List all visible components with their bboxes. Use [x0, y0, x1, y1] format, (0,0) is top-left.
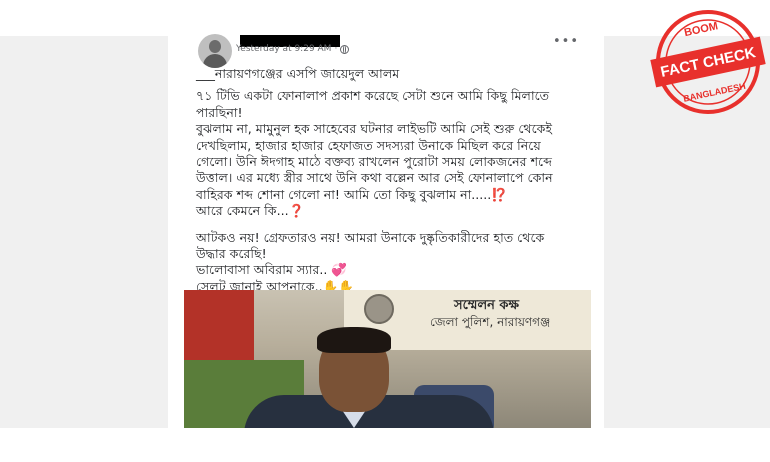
facebook-post-card: Yesterday at 9:29 AM · ••• ___নারায়ণগঞ্… — [168, 28, 604, 428]
photo-sign: সম্মেলন কক্ষ জেলা পুলিশ, নারায়ণগঞ্জ — [394, 294, 591, 334]
more-options-icon[interactable]: ••• — [553, 34, 579, 49]
post-line: ৭১ টিভি একটা ফোনালাপ প্রকাশ করেছে সেটা শ… — [196, 88, 550, 104]
meta-separator: · — [334, 44, 338, 54]
globe-icon — [340, 44, 350, 54]
photo-sign-subtitle: জেলা পুলিশ, নারায়ণগঞ্জ — [430, 315, 551, 329]
post-line: আরে কেমনে কি...❓ — [196, 203, 305, 219]
post-line: ___নারায়ণগঞ্জের এসপি জায়েদুল আলম — [196, 66, 400, 81]
boom-fact-check-stamp: BOOM FACT CHECK BANGLADESH — [650, 10, 766, 114]
post-line: বুঝলাম না, মামুনুল হক সাহেবের ঘটনার লাইভ… — [196, 121, 553, 137]
post-photo[interactable]: সম্মেলন কক্ষ জেলা পুলিশ, নারায়ণগঞ্জ — [184, 290, 591, 428]
post-timestamp[interactable]: Yesterday at 9:29 AM — [236, 44, 331, 54]
post-line: বাহিরক শব্দ শোনা গেলো না! আমি তো কিছু বু… — [196, 186, 507, 202]
stamp-top-word: BOOM — [683, 20, 719, 39]
post-body-text: ___নারায়ণগঞ্জের এসপি জায়েদুল আলম ৭১ টি… — [196, 66, 594, 295]
photo-person-hair — [317, 327, 391, 353]
post-line: উত্তাল। এর মধ্যে স্ত্রীর সাথে উনি কথা বল… — [196, 170, 553, 186]
post-line: গেলো। উনি ঈদগাহ মাঠে বক্তব্য রাখলেন পুরো… — [196, 154, 552, 170]
photo-flag-red — [184, 290, 254, 365]
post-line: ভালোবাসা অবিরাম স্যার.. 💞 — [196, 262, 348, 278]
avatar[interactable] — [198, 34, 232, 68]
post-line: পারছিনা! — [196, 104, 243, 120]
post-line: দেখছিলাম, হাজার হাজার হেফাজত সদস্যরা উনা… — [196, 137, 541, 153]
post-line: উদ্ধার করেছি! — [196, 246, 267, 262]
avatar-head — [209, 40, 221, 53]
post-meta: Yesterday at 9:29 AM · — [236, 44, 350, 54]
police-emblem — [364, 294, 394, 324]
post-line: আটকও নয়! গ্রেফতারও নয়! আমরা উনাকে দুষ্… — [196, 229, 545, 245]
